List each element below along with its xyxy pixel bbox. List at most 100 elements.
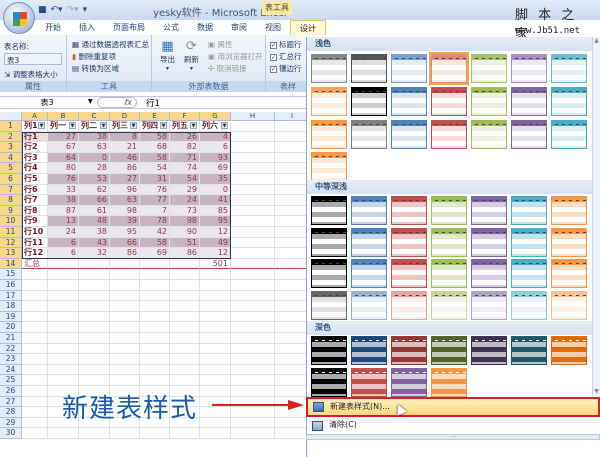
- cell[interactable]: [275, 258, 310, 270]
- table-cell[interactable]: 86: [170, 248, 200, 259]
- cell[interactable]: [110, 322, 140, 333]
- table-cell[interactable]: 64: [48, 152, 79, 164]
- cell[interactable]: [275, 322, 310, 333]
- table-style-thumbnail[interactable]: [311, 152, 347, 181]
- table-cell[interactable]: 行7: [22, 195, 48, 206]
- cell[interactable]: [275, 364, 310, 376]
- tab-data[interactable]: 数据: [188, 20, 222, 35]
- table-cell[interactable]: 53: [79, 174, 110, 185]
- column-header-B[interactable]: B: [48, 112, 79, 121]
- row-header[interactable]: 28: [0, 407, 22, 418]
- table-header-cell[interactable]: 列五 ▼: [170, 121, 200, 132]
- table-style-thumbnail[interactable]: [311, 336, 347, 365]
- cell[interactable]: [231, 163, 275, 174]
- row-header[interactable]: 12: [0, 237, 22, 249]
- cell[interactable]: [140, 343, 170, 355]
- cell[interactable]: [79, 280, 110, 291]
- table-cell[interactable]: 68: [140, 142, 170, 153]
- cell[interactable]: [231, 142, 275, 153]
- cell[interactable]: [22, 364, 48, 376]
- table-cell[interactable]: 行3: [22, 152, 48, 164]
- customize-qat-icon[interactable]: ▾: [83, 5, 88, 15]
- cell[interactable]: [110, 269, 140, 280]
- cell[interactable]: [231, 258, 275, 270]
- cell[interactable]: [22, 280, 48, 291]
- row-header[interactable]: 3: [0, 142, 22, 153]
- table-style-thumbnail[interactable]: [351, 259, 387, 288]
- table-style-thumbnail[interactable]: [551, 54, 587, 83]
- cell[interactable]: [231, 280, 275, 291]
- table-style-thumbnail[interactable]: [431, 120, 467, 149]
- table-cell[interactable]: 32: [79, 248, 110, 259]
- cell[interactable]: [231, 354, 275, 365]
- cell[interactable]: [275, 227, 310, 238]
- cell[interactable]: [110, 333, 140, 344]
- filter-dropdown-icon[interactable]: ▼: [100, 122, 107, 129]
- cell[interactable]: [275, 121, 310, 132]
- cell[interactable]: [200, 354, 231, 365]
- table-style-thumbnail[interactable]: [311, 228, 347, 257]
- cell[interactable]: [110, 364, 140, 376]
- cell[interactable]: [48, 343, 79, 355]
- row-header[interactable]: 2: [0, 131, 22, 143]
- cell[interactable]: [231, 375, 275, 386]
- table-style-thumbnail[interactable]: [429, 52, 469, 85]
- row-header[interactable]: 27: [0, 396, 22, 408]
- table-cell[interactable]: 行1: [22, 131, 48, 143]
- cell[interactable]: [231, 121, 275, 132]
- cell[interactable]: [140, 301, 170, 312]
- table-style-thumbnail[interactable]: [351, 54, 387, 83]
- cell[interactable]: [200, 343, 231, 355]
- cell[interactable]: [79, 375, 110, 386]
- cell[interactable]: [200, 417, 231, 429]
- cell[interactable]: [200, 311, 231, 323]
- cell[interactable]: [275, 184, 310, 196]
- table-style-thumbnail[interactable]: [551, 291, 587, 320]
- table-cell[interactable]: 58: [140, 237, 170, 249]
- table-cell[interactable]: 42: [140, 227, 170, 238]
- row-header[interactable]: 1: [0, 121, 22, 132]
- row-header[interactable]: 15: [0, 269, 22, 280]
- table-style-thumbnail[interactable]: [511, 120, 547, 149]
- cell[interactable]: [231, 174, 275, 185]
- table-name-input[interactable]: 表3: [4, 53, 62, 65]
- table-style-thumbnail[interactable]: [391, 368, 427, 397]
- filter-dropdown-icon[interactable]: ▼: [160, 122, 167, 129]
- cell[interactable]: [22, 375, 48, 386]
- cell[interactable]: [79, 333, 110, 344]
- cell[interactable]: [275, 354, 310, 365]
- cell[interactable]: [200, 322, 231, 333]
- table-cell[interactable]: 7: [140, 205, 170, 217]
- cell[interactable]: [231, 364, 275, 376]
- table-cell[interactable]: 41: [200, 195, 231, 206]
- table-style-thumbnail[interactable]: [471, 54, 507, 83]
- table-cell[interactable]: 63: [110, 195, 140, 206]
- table-cell[interactable]: 58: [140, 131, 170, 143]
- table-style-thumbnail[interactable]: [391, 54, 427, 83]
- cell[interactable]: [231, 428, 275, 439]
- cell[interactable]: [200, 290, 231, 302]
- table-header-cell[interactable]: 列三 ▼: [110, 121, 140, 132]
- table-style-thumbnail[interactable]: [391, 259, 427, 288]
- cell[interactable]: [170, 301, 200, 312]
- table-style-thumbnail[interactable]: [391, 228, 427, 257]
- cell[interactable]: [231, 184, 275, 196]
- cell[interactable]: [140, 258, 170, 270]
- table-cell[interactable]: 86: [110, 248, 140, 259]
- filter-dropdown-icon[interactable]: ▼: [69, 122, 76, 129]
- cell[interactable]: [79, 428, 110, 439]
- banded-rows-checkbox[interactable]: ✓ 镶边行: [270, 63, 302, 74]
- cell[interactable]: [170, 354, 200, 365]
- cell[interactable]: [48, 354, 79, 365]
- table-style-thumbnail[interactable]: [311, 120, 347, 149]
- table-cell[interactable]: 28: [79, 163, 110, 174]
- column-header-A[interactable]: A: [22, 112, 48, 121]
- cell[interactable]: [275, 195, 310, 206]
- row-header[interactable]: 29: [0, 417, 22, 429]
- cell[interactable]: [110, 375, 140, 386]
- cell[interactable]: [22, 343, 48, 355]
- tab-page-layout[interactable]: 页面布局: [104, 20, 154, 35]
- filter-dropdown-icon[interactable]: ▼: [190, 122, 197, 129]
- table-cell[interactable]: 69: [200, 163, 231, 174]
- cell[interactable]: [231, 152, 275, 164]
